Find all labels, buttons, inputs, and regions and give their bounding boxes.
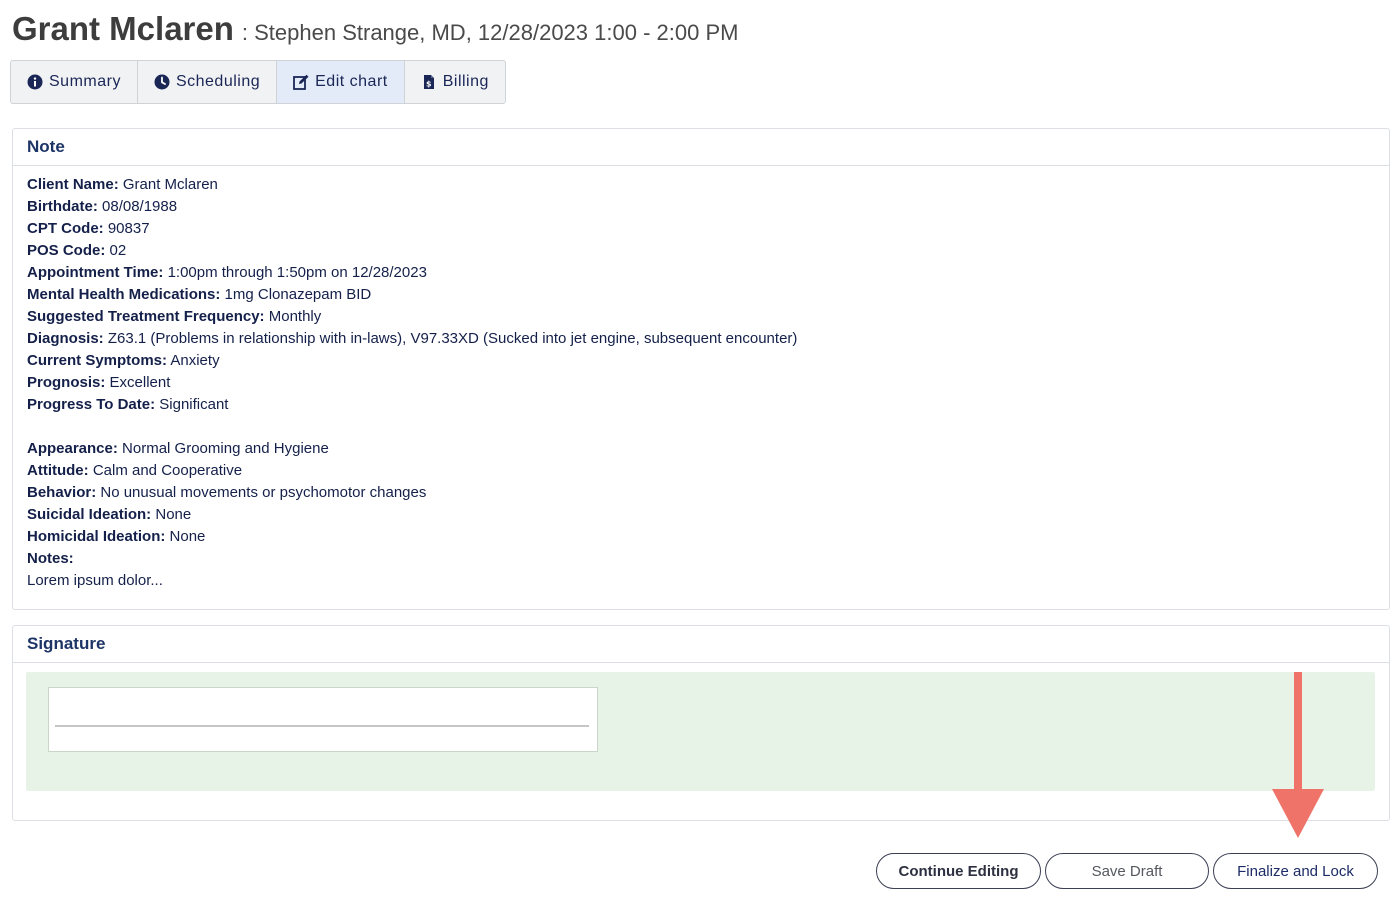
field-value: None [169, 528, 206, 545]
svg-text:$: $ [426, 80, 432, 89]
clock-icon [154, 74, 170, 90]
field-value: Grant Mclaren [122, 176, 218, 193]
field-label: Mental Health Medications: [27, 286, 221, 303]
signature-panel-title: Signature [13, 626, 1389, 663]
field-label: Suggested Treatment Frequency: [27, 308, 265, 325]
field-value: 08/08/1988 [102, 198, 178, 215]
field-label: Appointment Time: [27, 264, 164, 281]
field-label: Behavior: [27, 484, 97, 501]
field-label: Current Symptoms: [27, 352, 168, 369]
field-label: Homicidal Ideation: [27, 528, 166, 545]
tab-bar: Summary Scheduling Edit chart $ Billing [10, 60, 506, 104]
arrow-down-annotation-icon [1272, 672, 1324, 838]
tab-summary-label: Summary [49, 73, 121, 90]
note-panel: Note Client Name: Grant Mclaren Birthdat… [12, 128, 1390, 610]
note-field-treatment-frequency: Suggested Treatment Frequency: Monthly [27, 306, 1375, 328]
note-field-suicidal-ideation: Suicidal Ideation: None [27, 504, 1375, 526]
field-value: Z63.1 (Problems in relationship with in-… [107, 330, 798, 347]
note-field-attitude: Attitude: Calm and Cooperative [27, 460, 1375, 482]
signature-panel: Signature [12, 625, 1390, 821]
note-field-current-symptoms: Current Symptoms: Anxiety [27, 350, 1375, 372]
finalize-and-lock-button[interactable]: Finalize and Lock [1213, 853, 1378, 889]
info-circle-icon [27, 74, 43, 90]
field-label: Attitude: [27, 462, 89, 479]
note-panel-title: Note [13, 129, 1389, 166]
note-notes-text: Lorem ipsum dolor... [27, 572, 163, 589]
field-value: Monthly [268, 308, 322, 325]
invoice-icon: $ [421, 74, 437, 90]
field-label: Appearance: [27, 440, 118, 457]
note-field-progress: Progress To Date: Significant [27, 394, 1375, 416]
save-draft-button[interactable]: Save Draft [1045, 853, 1209, 889]
tab-scheduling-label: Scheduling [175, 73, 261, 90]
field-value: Anxiety [170, 352, 220, 369]
field-label: POS Code: [27, 242, 106, 259]
field-value: Excellent [109, 374, 171, 391]
note-field-medications: Mental Health Medications: 1mg Clonazepa… [27, 284, 1375, 306]
signature-area [26, 672, 1375, 791]
tab-billing-label: Billing [442, 73, 489, 90]
field-label: Progress To Date: [27, 396, 156, 413]
field-label: Client Name: [27, 176, 119, 193]
appointment-subtitle: : Stephen Strange, MD, 12/28/2023 1:00 -… [241, 20, 739, 45]
field-value: 90837 [107, 220, 150, 237]
field-label: Diagnosis: [27, 330, 104, 347]
field-label: Notes: [27, 550, 74, 567]
page-header: Grant Mclaren : Stephen Strange, MD, 12/… [12, 10, 738, 48]
field-label: CPT Code: [27, 220, 104, 237]
note-field-client-name: Client Name: Grant Mclaren [27, 174, 1375, 196]
tab-edit-chart-label: Edit chart [315, 73, 388, 90]
note-field-appearance: Appearance: Normal Grooming and Hygiene [27, 438, 1375, 460]
note-field-notes-label: Notes: [27, 548, 1375, 570]
signature-line [55, 725, 589, 727]
signature-pad[interactable] [48, 687, 598, 752]
continue-editing-button[interactable]: Continue Editing [876, 853, 1041, 889]
note-field-behavior: Behavior: No unusual movements or psycho… [27, 482, 1375, 504]
client-name-title: Grant Mclaren [12, 10, 234, 47]
field-value: No unusual movements or psychomotor chan… [100, 484, 427, 501]
field-value: 1:00pm through 1:50pm on 12/28/2023 [167, 264, 427, 281]
field-value: Significant [159, 396, 229, 413]
field-label: Prognosis: [27, 374, 106, 391]
tab-edit-chart[interactable]: Edit chart [277, 61, 405, 103]
edit-icon [293, 74, 309, 90]
note-field-birthdate: Birthdate: 08/08/1988 [27, 196, 1375, 218]
tab-scheduling[interactable]: Scheduling [138, 61, 278, 103]
field-value: None [155, 506, 192, 523]
field-label: Birthdate: [27, 198, 98, 215]
field-value: 1mg Clonazepam BID [224, 286, 372, 303]
note-field-appointment-time: Appointment Time: 1:00pm through 1:50pm … [27, 262, 1375, 284]
note-field-diagnosis: Diagnosis: Z63.1 (Problems in relationsh… [27, 328, 1375, 350]
field-value: 02 [109, 242, 127, 259]
tab-summary[interactable]: Summary [11, 61, 138, 103]
note-field-cpt-code: CPT Code: 90837 [27, 218, 1375, 240]
page: Grant Mclaren : Stephen Strange, MD, 12/… [0, 0, 1400, 907]
note-body: Client Name: Grant Mclaren Birthdate: 08… [13, 166, 1389, 600]
tab-billing[interactable]: $ Billing [405, 61, 505, 103]
note-field-pos-code: POS Code: 02 [27, 240, 1375, 262]
note-field-homicidal-ideation: Homicidal Ideation: None [27, 526, 1375, 548]
field-label: Suicidal Ideation: [27, 506, 152, 523]
field-value: Normal Grooming and Hygiene [122, 440, 329, 457]
note-field-prognosis: Prognosis: Excellent [27, 372, 1375, 394]
field-value: Calm and Cooperative [92, 462, 243, 479]
